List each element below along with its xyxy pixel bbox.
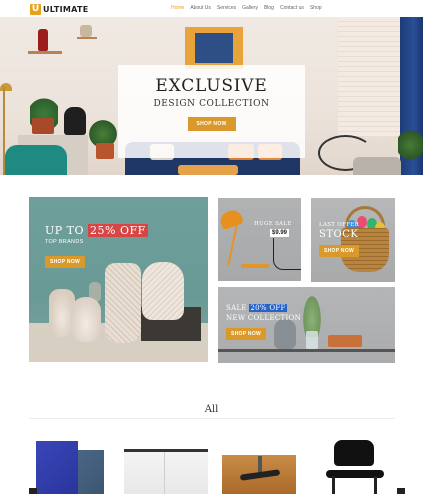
product-card[interactable] [312,436,398,494]
product-card[interactable] [222,436,296,494]
desk-surface [218,349,395,352]
black-vase [64,107,86,135]
nav-shop[interactable]: Shop [310,5,322,11]
wooden-chair [328,335,362,347]
promo-vases-title: UP TO 25% OFF [45,224,148,237]
desk-lamp-base [241,264,269,268]
hero-banner: EXCLUSIVE DESIGN COLLECTION SHOP NOW [0,17,423,175]
promo-vases-discount-badge: 25% OFF [88,224,148,237]
vase-round [71,297,101,342]
plant-right [398,125,423,165]
wall-art-inner [195,33,233,63]
wall-shelf-small [77,37,97,39]
promo-basket-shop-now-button[interactable]: SHOP NOW [319,245,359,257]
coffee-table [178,165,238,175]
promo-collection-discount-badge: 20% OFF [249,304,287,312]
carousel-prev-arrow-icon[interactable] [29,488,37,494]
promo-lamp-price: $9.99 [270,229,290,237]
office-board-blue [36,441,78,494]
promo-collection-subtitle: NEW COLLECTION [226,314,302,322]
hero-subtitle: DESIGN COLLECTION [153,99,270,109]
desk-lamp-arm [227,223,238,266]
logo[interactable]: U ULTIMATE [30,3,89,15]
main-nav: Home About Us Services Gallery Blog Cont… [171,5,328,11]
logo-icon: U [30,3,41,15]
hero-caption: EXCLUSIVE DESIGN COLLECTION SHOP NOW [118,65,305,158]
red-vase [38,29,48,51]
teal-armchair [5,145,67,175]
promo-collection[interactable]: SALE 20% OFF NEW COLLECTION SHOP NOW [218,287,395,363]
small-pot [80,25,92,37]
site-header: U ULTIMATE Home About Us Services Galler… [0,0,423,17]
promo-basket-headline: STOCK [319,229,359,240]
wall-shelf [28,51,62,54]
product-card[interactable] [32,436,110,494]
promo-lamp[interactable]: HUGE SALE $9.99 [218,198,301,281]
promo-vases-subtitle: TOP BRANDS [45,239,84,245]
promo-lamp-title: HUGE SALE [254,221,292,227]
promo-vases[interactable]: UP TO 25% OFF TOP BRANDS SHOP NOW [29,197,208,362]
desk-lamp-shade [218,207,245,231]
section-divider [29,418,395,419]
carousel-next-arrow-icon[interactable] [397,488,405,494]
cabinet-divider [164,452,165,494]
chair-leg [332,476,335,494]
nav-services[interactable]: Services [217,5,236,11]
nav-contact-us[interactable]: Contact us [280,5,304,11]
vase-ribbed [142,262,184,320]
promo-collection-title: SALE 20% OFF [226,304,287,312]
hero-shop-now-button[interactable]: SHOP NOW [187,117,236,131]
nav-blog[interactable]: Blog [264,5,274,11]
promo-collection-shop-now-button[interactable]: SHOP NOW [226,328,266,340]
grey-armchair [353,157,401,175]
promo-vases-title-prefix: UP TO [45,224,85,237]
nav-about-us[interactable]: About Us [190,5,211,11]
nav-home[interactable]: Home [171,5,184,11]
window-blinds [338,17,400,137]
chair-leg [374,476,377,494]
black-chair-image [334,440,374,466]
promo-vases-shop-now-button[interactable]: SHOP NOW [45,256,85,268]
promo-collection-title-prefix: SALE [226,304,247,312]
promo-basket-title: LAST OFFER [319,222,360,228]
lamp-cord [273,238,301,270]
vase-tall-textured [105,263,141,343]
hero-title: EXCLUSIVE [155,76,268,96]
plant-pot-middle [96,143,114,159]
promo-basket[interactable]: LAST OFFER STOCK SHOP NOW [311,198,395,282]
glass-jar [306,331,318,349]
glass-vase [274,319,296,349]
section-title: All [204,404,219,415]
plant-pot-left [32,118,54,134]
logo-text: ULTIMATE [43,4,89,14]
nav-gallery[interactable]: Gallery [242,5,258,11]
product-card[interactable] [122,436,210,494]
white-cabinet-image [124,449,208,494]
